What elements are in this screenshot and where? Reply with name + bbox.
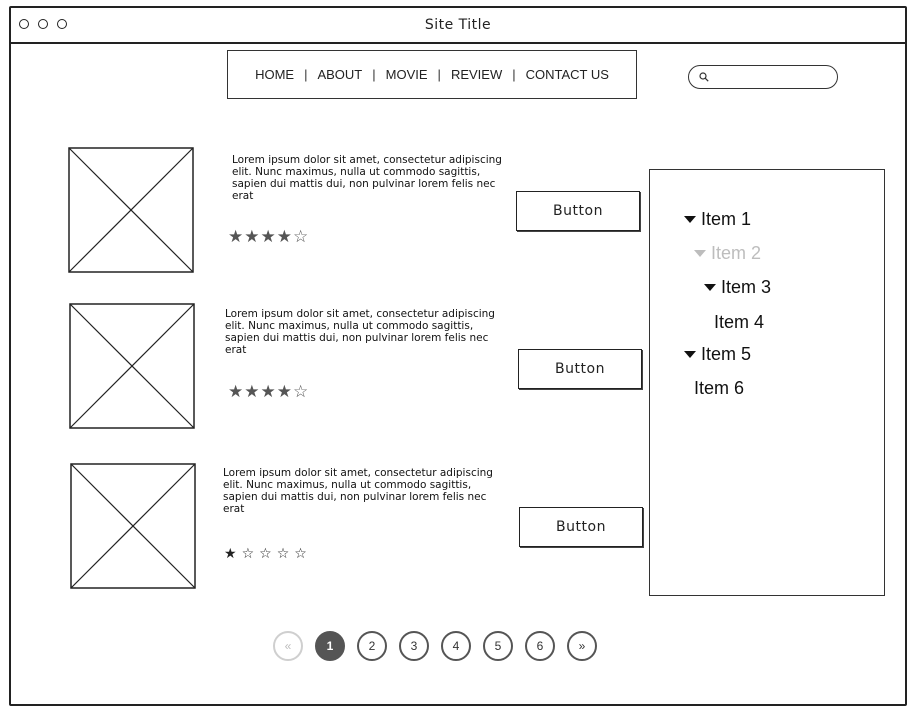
star-empty-icon: ☆ (276, 546, 290, 562)
star-empty-icon: ☆ (293, 382, 309, 402)
star-filled-icon: ★ (228, 227, 244, 247)
pagination-page-4[interactable]: 4 (441, 631, 471, 661)
nav-link-about[interactable]: ABOUT (317, 67, 362, 82)
tree-item-label: Item 2 (711, 243, 762, 263)
product-description: Lorem ipsum dolor sit amet, consectetur … (223, 467, 493, 515)
image-placeholder (68, 147, 194, 273)
tree-item-label: Item 6 (694, 378, 745, 398)
nav-separator: | (372, 67, 376, 82)
product-description: Lorem ipsum dolor sit amet, consectetur … (225, 308, 495, 356)
image-placeholder (69, 303, 195, 429)
pagination-prev-button[interactable]: « (273, 631, 303, 661)
pagination-next-button[interactable]: » (567, 631, 597, 661)
nav-link-movie[interactable]: MOVIE (386, 67, 428, 82)
window-titlebar: Site Title (11, 8, 905, 44)
star-rating: ★ ★ ★ ★ ☆ (228, 229, 308, 246)
caret-down-icon (694, 250, 706, 257)
search-box[interactable] (688, 65, 838, 89)
star-filled-icon: ★ (224, 546, 237, 562)
product-button[interactable]: Button (518, 349, 642, 389)
star-filled-icon: ★ (228, 382, 244, 402)
tree-item-1[interactable]: Item 1 (684, 209, 751, 230)
star-filled-icon: ★ (244, 227, 260, 247)
image-placeholder (70, 463, 196, 589)
star-filled-icon: ★ (260, 382, 276, 402)
search-icon (699, 72, 709, 82)
tree-item-label: Item 3 (721, 277, 772, 297)
caret-down-icon[interactable] (704, 284, 716, 291)
star-empty-icon: ☆ (293, 227, 309, 247)
caret-down-icon[interactable] (684, 216, 696, 223)
tree-panel: Item 1 Item 2 Item 3 Item 4 Item 5 Item … (649, 169, 885, 596)
star-rating: ★ ☆ ☆ ☆ ☆ (224, 546, 311, 563)
nav-link-contact-us[interactable]: CONTACT US (526, 67, 609, 82)
tree-item-6[interactable]: Item 6 (694, 378, 744, 399)
nav-separator: | (512, 67, 516, 82)
pagination-page-1[interactable]: 1 (315, 631, 345, 661)
nav-link-home[interactable]: HOME (255, 67, 294, 82)
nav-separator: | (304, 67, 308, 82)
tree-item-3[interactable]: Item 3 (704, 277, 771, 298)
tree-item-4[interactable]: Item 4 (714, 312, 764, 333)
tree-item-2: Item 2 (694, 243, 761, 264)
tree-item-5[interactable]: Item 5 (684, 344, 751, 365)
star-empty-icon: ☆ (294, 546, 307, 562)
star-empty-icon: ☆ (241, 546, 255, 562)
tree-item-label: Item 4 (714, 312, 765, 332)
pagination-page-5[interactable]: 5 (483, 631, 513, 661)
site-title: Site Title (424, 17, 492, 33)
pagination-page-2[interactable]: 2 (357, 631, 387, 661)
tree-item-label: Item 1 (701, 209, 752, 229)
product-description: Lorem ipsum dolor sit amet, consectetur … (232, 154, 502, 202)
tree-item-label: Item 5 (701, 344, 752, 364)
star-empty-icon: ☆ (259, 546, 272, 562)
star-filled-icon: ★ (276, 382, 292, 402)
star-filled-icon: ★ (260, 227, 276, 247)
product-button[interactable]: Button (519, 507, 643, 547)
search-input[interactable] (715, 68, 831, 88)
product-button[interactable]: Button (516, 191, 640, 231)
pagination-page-6[interactable]: 6 (525, 631, 555, 661)
star-filled-icon: ★ (244, 382, 260, 402)
nav-separator: | (437, 67, 441, 82)
caret-down-icon[interactable] (684, 351, 696, 358)
pagination-page-3[interactable]: 3 (399, 631, 429, 661)
star-rating: ★ ★ ★ ★ ☆ (228, 384, 308, 401)
main-nav: HOME | ABOUT | MOVIE | REVIEW | CONTACT … (227, 50, 637, 99)
star-filled-icon: ★ (276, 227, 292, 247)
nav-link-review[interactable]: REVIEW (451, 67, 502, 82)
